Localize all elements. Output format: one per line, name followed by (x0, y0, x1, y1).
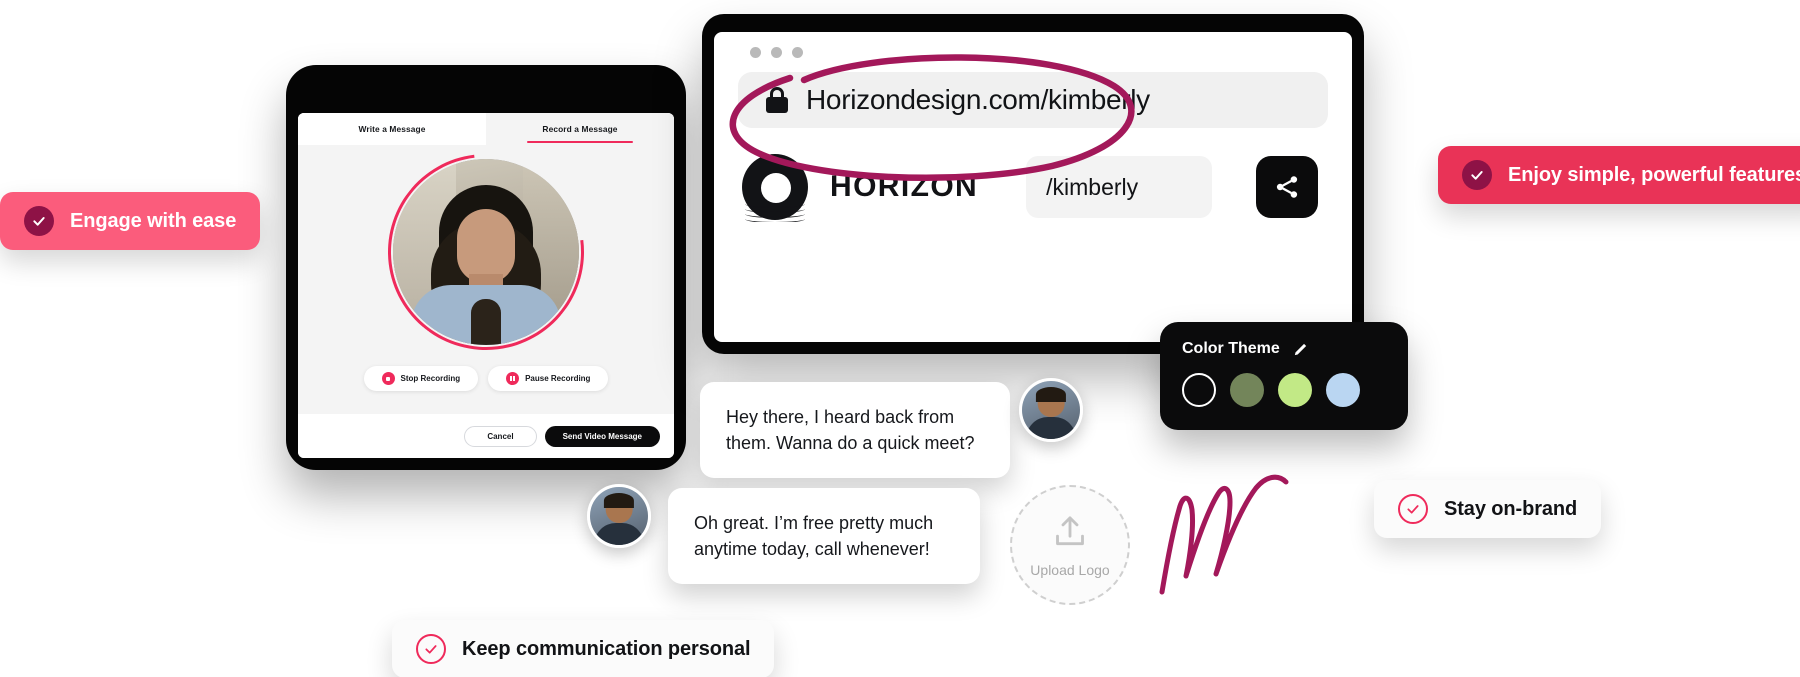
color-swatch-olive[interactable] (1230, 373, 1264, 407)
browser-screen: Horizondesign.com/kimberly HORIZON /kimb… (714, 32, 1352, 342)
stop-icon (381, 372, 395, 385)
check-circle-outline-icon (416, 634, 446, 664)
feature-badge-stay-on-brand: Stay on-brand (1374, 480, 1602, 538)
upload-logo-dropzone[interactable]: Upload Logo (1010, 485, 1130, 605)
share-button[interactable] (1256, 156, 1319, 218)
recording-controls: Stop Recording Pause Recording (298, 358, 674, 391)
color-swatch-black[interactable] (1182, 373, 1216, 407)
chat-bubble-incoming: Hey there, I heard back from them. Wanna… (700, 382, 1010, 479)
color-swatch-light-green[interactable] (1278, 373, 1312, 407)
feature-badge-keep-communication-personal: Keep communication personal (392, 620, 775, 677)
webcam-preview (393, 158, 579, 345)
color-swatch-light-blue[interactable] (1326, 373, 1360, 407)
horizon-logo-icon (742, 154, 808, 220)
lock-icon (766, 87, 788, 113)
tab-record-a-message[interactable]: Record a Message (486, 113, 674, 145)
brand-row: HORIZON /kimberly (714, 128, 1352, 220)
cancel-button[interactable]: Cancel (464, 425, 537, 447)
recording-ring (393, 158, 579, 345)
brand-name: HORIZON (830, 170, 979, 203)
feature-badge-label: Keep communication personal (462, 637, 751, 660)
browser-titlebar (714, 32, 1352, 72)
pause-recording-button[interactable]: Pause Recording (488, 366, 609, 391)
upload-icon (1056, 516, 1084, 546)
browser-device: Horizondesign.com/kimberly HORIZON /kimb… (702, 14, 1364, 354)
color-theme-panel: Color Theme (1160, 322, 1408, 430)
window-minimize-dot-icon[interactable] (771, 46, 782, 58)
feature-badge-enjoy-simple-powerful-features: Enjoy simple, powerful features (1438, 146, 1800, 204)
check-circle-outline-icon (1398, 494, 1428, 524)
feature-badge-engage-with-ease: Engage with ease (0, 192, 261, 250)
hero-composition: Write a Message Record a Message Stop Re… (0, 0, 1800, 677)
color-swatch-list (1182, 373, 1386, 407)
feature-badge-label: Stay on-brand (1444, 497, 1578, 520)
share-icon (1277, 176, 1298, 198)
address-bar[interactable]: Horizondesign.com/kimberly (738, 72, 1328, 128)
feature-badge-label: Engage with ease (70, 209, 237, 232)
tablet-device: Write a Message Record a Message Stop Re… (286, 65, 686, 470)
tab-write-a-message[interactable]: Write a Message (298, 113, 486, 145)
avatar (587, 484, 651, 548)
feature-badge-label: Enjoy simple, powerful features (1508, 163, 1800, 186)
window-maximize-dot-icon[interactable] (792, 46, 803, 58)
color-theme-header: Color Theme (1182, 340, 1386, 358)
slug-input[interactable]: /kimberly (1026, 156, 1213, 218)
stop-recording-label: Stop Recording (400, 374, 461, 383)
chat-bubble-outgoing: Oh great. I’m free pretty much anytime t… (668, 488, 980, 585)
pause-recording-label: Pause Recording (525, 374, 591, 383)
tablet-screen: Write a Message Record a Message Stop Re… (298, 113, 674, 458)
color-theme-title: Color Theme (1182, 340, 1280, 357)
tablet-action-bar: Cancel Send Video Message (298, 414, 674, 458)
check-circle-icon (24, 206, 54, 236)
upload-logo-label: Upload Logo (1030, 562, 1110, 578)
stop-recording-button[interactable]: Stop Recording (363, 366, 479, 391)
url-text: Horizondesign.com/kimberly (806, 84, 1150, 115)
message-tabs: Write a Message Record a Message (298, 113, 674, 145)
window-close-dot-icon[interactable] (750, 46, 761, 58)
pencil-icon[interactable] (1292, 341, 1309, 358)
pause-icon (506, 372, 520, 385)
send-video-message-button[interactable]: Send Video Message (544, 425, 660, 447)
avatar (1019, 378, 1083, 442)
check-circle-icon (1462, 160, 1492, 190)
signature-scribble-icon (1159, 474, 1289, 595)
video-preview-area (298, 145, 674, 358)
